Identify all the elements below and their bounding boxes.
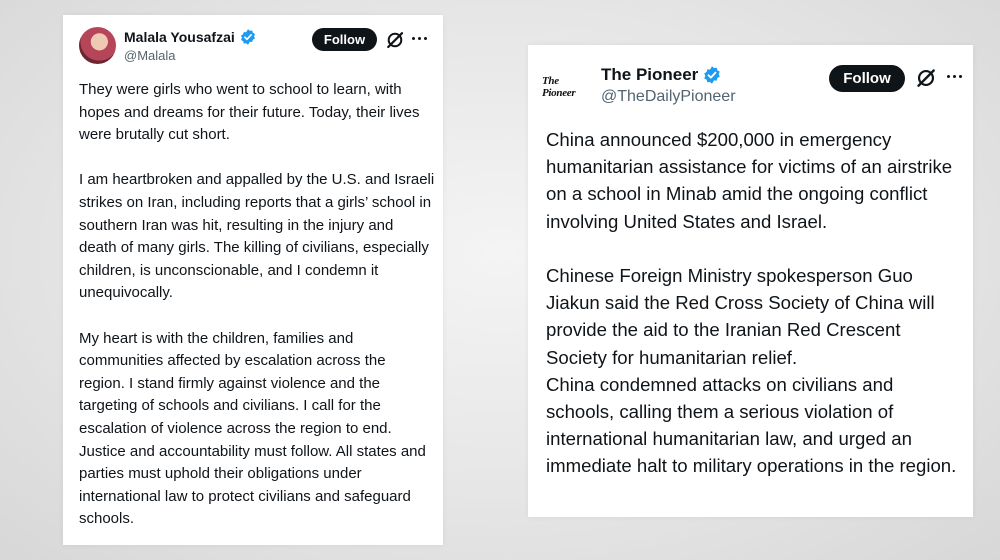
post-card-pioneer: The Pioneer The Pioneer @TheDailyPioneer… [528,45,973,517]
author-name[interactable]: Malala Yousafzai [124,29,235,45]
author-row: Malala Yousafzai [124,28,257,46]
post-paragraph: China announced $200,000 in emergency hu… [546,129,953,232]
post-paragraph: I am heartbroken and appalled by the U.S… [79,171,435,302]
post-text: China announced $200,000 in emergency hu… [546,126,966,480]
author-handle[interactable]: @TheDailyPioneer [601,88,736,106]
verified-badge-icon [704,66,721,84]
avatar[interactable]: The Pioneer [542,73,592,101]
author-handle[interactable]: @Malala [124,48,176,63]
post-text: They were girls who went to school to le… [79,79,435,531]
grok-icon[interactable] [915,67,937,89]
more-options-icon[interactable] [947,75,962,78]
post-paragraph: They were girls who went to school to le… [79,81,420,144]
avatar[interactable] [79,27,116,64]
grok-icon[interactable] [385,30,405,50]
pioneer-logo: The Pioneer [542,75,576,99]
author-name[interactable]: The Pioneer [601,65,698,85]
author-row: The Pioneer [601,65,722,85]
follow-button[interactable]: Follow [829,65,905,92]
more-options-icon[interactable] [412,37,427,40]
post-paragraph: My heart is with the children, families … [79,329,426,528]
post-card-malala: Malala Yousafzai @Malala Follow They wer… [63,15,443,545]
follow-button[interactable]: Follow [312,28,377,51]
post-paragraph: Chinese Foreign Ministry spokesperson Gu… [546,265,935,368]
verified-badge-icon [240,29,255,45]
post-paragraph: China condemned attacks on civilians and… [546,373,957,477]
